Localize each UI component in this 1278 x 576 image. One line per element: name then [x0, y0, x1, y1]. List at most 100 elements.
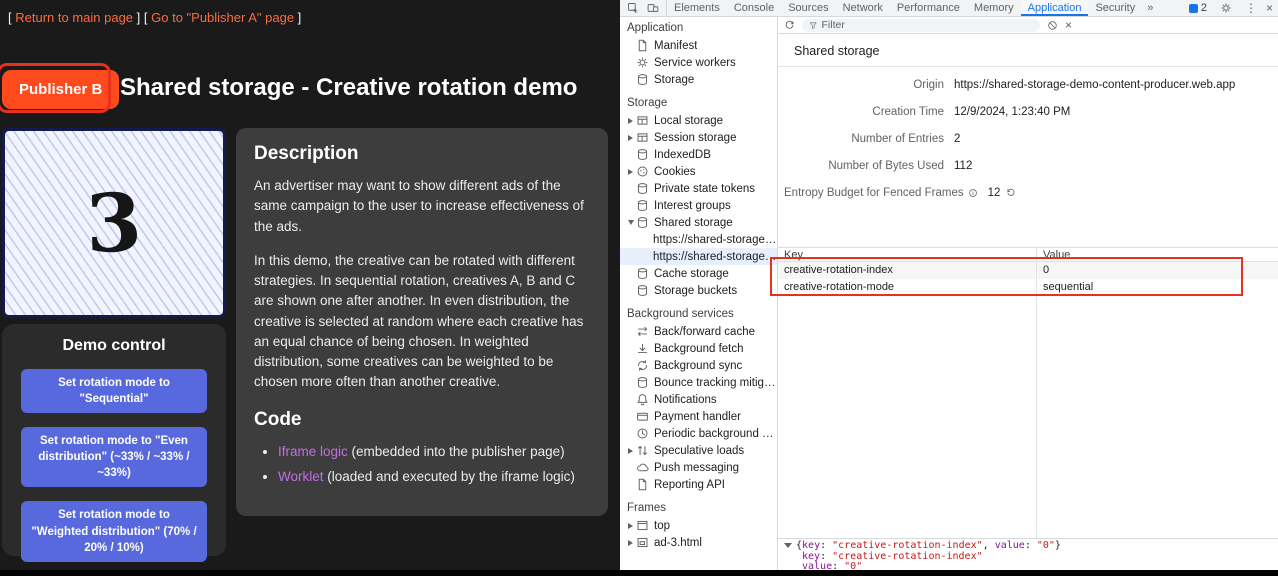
filter-box[interactable] [802, 19, 1040, 32]
preview-key: value [802, 561, 832, 570]
sidebar-item-label: https://shared-storage-d… [653, 251, 777, 263]
section-title: Frames [620, 500, 777, 517]
devtools-body: Application Manifest Service workers Sto… [620, 17, 1278, 570]
set-weighted-distribution-button[interactable]: Set rotation mode to "Weighted distribut… [21, 501, 207, 561]
sidebar-item-cookies[interactable]: Cookies [620, 163, 777, 180]
more-tabs-button[interactable]: » [1142, 0, 1158, 16]
sidebar-item-label: Storage buckets [654, 285, 737, 297]
sidebar-item-background-fetch[interactable]: Background fetch [620, 340, 777, 357]
sidebar-item-back-forward-cache[interactable]: Back/forward cache [620, 323, 777, 340]
sidebar-item-push-messaging[interactable]: Push messaging [620, 459, 777, 476]
sidebar-item-frame-top[interactable]: top [620, 517, 777, 534]
sidebar-item-label: Storage [654, 74, 694, 86]
sidebar-item-label: Payment handler [654, 411, 741, 423]
go-to-publisher-a-link[interactable]: Go to "Publisher A" page [151, 10, 294, 25]
sidebar-item-storage-buckets[interactable]: Storage buckets [620, 282, 777, 299]
devtools-right-icons: 2 ⋮ × [1189, 0, 1278, 16]
field-label: Creation Time [778, 106, 944, 118]
preview-string: "0" [1037, 540, 1055, 551]
creative-number: 3 [85, 175, 144, 271]
sidebar-item-frame-ad3[interactable]: ad-3.html [620, 534, 777, 551]
table-row[interactable]: creative-rotation-index 0 [778, 262, 1278, 279]
ad-creative[interactable]: 3 [2, 128, 226, 318]
sidebar-item-storage[interactable]: Storage [620, 71, 777, 88]
field-label: Number of Bytes Used [778, 160, 944, 172]
sidebar-item-label: Manifest [654, 40, 697, 52]
worklet-link[interactable]: Worklet [278, 469, 324, 484]
close-devtools-icon[interactable]: × [1266, 2, 1273, 14]
sidebar-item-interest-groups[interactable]: Interest groups [620, 197, 777, 214]
inspect-element-icon[interactable] [623, 2, 643, 14]
filter-input[interactable] [822, 19, 1034, 31]
expand-arrow-icon[interactable] [784, 543, 792, 548]
sidebar-item-private-state-tokens[interactable]: Private state tokens [620, 180, 777, 197]
sidebar-item-label: Private state tokens [654, 183, 755, 195]
sidebar-item-local-storage[interactable]: Local storage [620, 112, 777, 129]
sidebar-item-background-sync[interactable]: Background sync [620, 357, 777, 374]
tab-console[interactable]: Console [727, 0, 781, 16]
sidebar-item-indexeddb[interactable]: IndexedDB [620, 146, 777, 163]
preview-string: "0" [844, 561, 862, 570]
clear-all-icon[interactable] [1047, 20, 1058, 31]
expand-arrow-icon[interactable] [625, 523, 636, 529]
device-toolbar-icon[interactable] [643, 2, 663, 14]
cloud-icon [636, 461, 649, 474]
expand-arrow-icon[interactable] [625, 540, 636, 546]
sidebar-item-periodic-background-sync[interactable]: Periodic background s… [620, 425, 777, 442]
publisher-b-badge[interactable]: Publisher B [2, 70, 119, 109]
demo-control-panel: Demo control Set rotation mode to "Seque… [2, 324, 226, 556]
tab-elements[interactable]: Elements [667, 0, 727, 16]
tab-performance[interactable]: Performance [890, 0, 967, 16]
preview-key: value [995, 540, 1025, 551]
expand-arrow-icon[interactable] [625, 118, 636, 124]
table-row[interactable]: creative-rotation-mode sequential [778, 279, 1278, 296]
expand-arrow-icon[interactable] [625, 169, 636, 175]
sidebar-item-label: Background fetch [654, 343, 744, 355]
close-filter-icon[interactable]: × [1065, 19, 1072, 31]
settings-gear-icon[interactable] [1216, 2, 1236, 14]
sidebar-item-label: top [654, 520, 670, 532]
issues-badge[interactable]: 2 [1189, 2, 1207, 14]
sidebar-item-label: Periodic background s… [654, 428, 777, 440]
column-header-value[interactable]: Value [1036, 248, 1070, 261]
expand-arrow-icon[interactable] [625, 220, 636, 225]
sidebar-item-session-storage[interactable]: Session storage [620, 129, 777, 146]
shared-storage-view: × Shared storage Origin https://shared-s… [778, 17, 1278, 570]
sidebar-item-shared-storage-origin-2[interactable]: https://shared-storage-d… [620, 248, 777, 265]
code-list-item: Iframe logic (embedded into the publishe… [278, 442, 590, 462]
sidebar-item-bounce-tracking[interactable]: Bounce tracking mitiga… [620, 374, 777, 391]
preview-text: : [820, 540, 832, 551]
sidebar-item-cache-storage[interactable]: Cache storage [620, 265, 777, 282]
column-header-key[interactable]: Key [778, 248, 1036, 261]
set-even-distribution-button[interactable]: Set rotation mode to "Even distribution"… [21, 427, 207, 487]
preview-string: "creative-rotation-index" [832, 540, 983, 551]
tab-application[interactable]: Application [1021, 0, 1089, 16]
reset-budget-icon[interactable] [1006, 188, 1016, 198]
database-icon [636, 182, 649, 195]
tab-memory[interactable]: Memory [967, 0, 1021, 16]
manifest-icon [636, 39, 649, 52]
expand-arrow-icon[interactable] [625, 448, 636, 454]
section-title: Background services [620, 306, 777, 323]
sidebar-item-payment-handler[interactable]: Payment handler [620, 408, 777, 425]
sidebar-item-manifest[interactable]: Manifest [620, 37, 777, 54]
sidebar-item-shared-storage[interactable]: Shared storage [620, 214, 777, 231]
payment-card-icon [636, 410, 649, 423]
return-to-main-link[interactable]: Return to main page [15, 10, 133, 25]
sidebar-item-service-workers[interactable]: Service workers [620, 54, 777, 71]
set-sequential-button[interactable]: Set rotation mode to "Sequential" [21, 369, 207, 413]
field-label-text: Entropy Budget for Fenced Frames [784, 187, 964, 199]
sidebar-item-shared-storage-origin-1[interactable]: https://shared-storage-d… [620, 231, 777, 248]
field-origin: Origin https://shared-storage-demo-conte… [778, 71, 1278, 98]
sidebar-item-reporting-api[interactable]: Reporting API [620, 476, 777, 493]
tab-network[interactable]: Network [836, 0, 890, 16]
refresh-icon[interactable] [784, 20, 795, 31]
tab-sources[interactable]: Sources [781, 0, 835, 16]
iframe-logic-link[interactable]: Iframe logic [278, 444, 348, 459]
sidebar-item-notifications[interactable]: Notifications [620, 391, 777, 408]
info-icon[interactable] [968, 188, 978, 198]
tab-security[interactable]: Security [1088, 0, 1142, 16]
kebab-menu-icon[interactable]: ⋮ [1245, 2, 1257, 14]
sidebar-item-speculative-loads[interactable]: Speculative loads [620, 442, 777, 459]
expand-arrow-icon[interactable] [625, 135, 636, 141]
